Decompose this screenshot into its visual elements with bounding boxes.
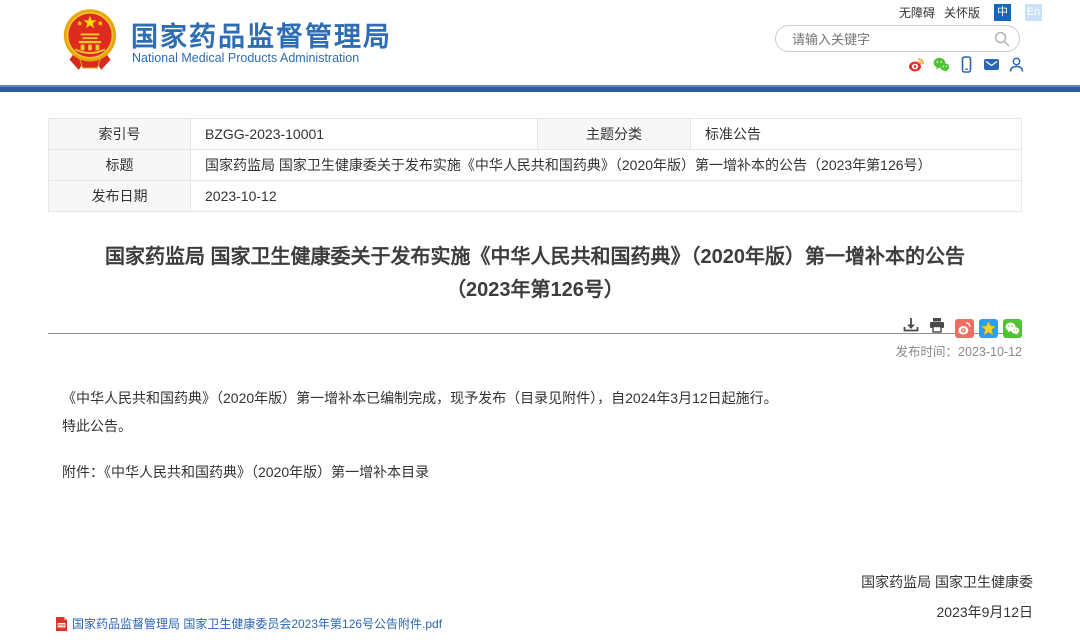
publish-time-label: 发布时间： bbox=[896, 345, 959, 359]
signature-date: 2023年9月12日 bbox=[861, 597, 1033, 627]
accessibility-link[interactable]: 无障碍 bbox=[899, 4, 935, 21]
care-version-link[interactable]: 关怀版 bbox=[944, 4, 980, 21]
weibo-icon[interactable] bbox=[908, 56, 925, 73]
date-label: 发布日期 bbox=[49, 181, 191, 212]
mail-icon[interactable] bbox=[983, 56, 1000, 73]
signature-block: 国家药监局 国家卫生健康委 2023年9月12日 bbox=[861, 567, 1033, 627]
attachment-download-row: PDF 国家药品监督管理局 国家卫生健康委员会2023年第126号公告附件.pd… bbox=[55, 615, 442, 632]
date-value: 2023-10-12 bbox=[191, 181, 1022, 212]
article-paragraph: 特此公告。 bbox=[62, 416, 1022, 436]
search-input[interactable] bbox=[790, 27, 989, 52]
user-icon[interactable] bbox=[1008, 56, 1025, 73]
table-row: 标题 国家药监局 国家卫生健康委关于发布实施《中华人民共和国药典》（2020年版… bbox=[49, 150, 1022, 181]
article-title-line2: （2023年第126号） bbox=[48, 274, 1022, 307]
category-label: 主题分类 bbox=[538, 119, 691, 150]
article-paragraph: 《中华人民共和国药典》（2020年版）第一增补本已编制完成，现予发布（目录见附件… bbox=[62, 388, 1022, 408]
article-toolbar bbox=[48, 308, 1022, 334]
index-label: 索引号 bbox=[49, 119, 191, 150]
category-value: 标准公告 bbox=[691, 119, 1022, 150]
header-divider-bar bbox=[0, 85, 1080, 92]
article-title-line1: 国家药监局 国家卫生健康委关于发布实施《中华人民共和国药典》（2020年版）第一… bbox=[48, 241, 1022, 274]
search-icon[interactable] bbox=[994, 31, 1010, 47]
site-subtitle: National Medical Products Administration bbox=[132, 51, 359, 65]
index-value: BZGG-2023-10001 bbox=[191, 119, 538, 150]
download-icon[interactable] bbox=[903, 317, 919, 333]
share-weibo-icon[interactable] bbox=[955, 319, 974, 338]
table-row: 发布日期 2023-10-12 bbox=[49, 181, 1022, 212]
document-info-table: 索引号 BZGG-2023-10001 主题分类 标准公告 标题 国家药监局 国… bbox=[48, 118, 1022, 212]
utility-links: 无障碍 关怀版 中 En bbox=[899, 4, 1042, 21]
signature-agencies: 国家药监局 国家卫生健康委 bbox=[861, 567, 1033, 597]
attachment-line: 附件：《中华人民共和国药典》（2020年版）第一增补本目录 bbox=[62, 462, 1022, 482]
search-box bbox=[775, 25, 1020, 52]
header-social-icons bbox=[908, 56, 1025, 73]
title-value: 国家药监局 国家卫生健康委关于发布实施《中华人民共和国药典》（2020年版）第一… bbox=[191, 150, 1022, 181]
lang-zh-button[interactable]: 中 bbox=[994, 4, 1011, 21]
title-label: 标题 bbox=[49, 150, 191, 181]
site-header: 国家药品监督管理局 National Medical Products Admi… bbox=[0, 0, 1080, 85]
toolbar-icons bbox=[903, 317, 1022, 338]
pdf-attachment-link[interactable]: 国家药品监督管理局 国家卫生健康委员会2023年第126号公告附件.pdf bbox=[72, 615, 442, 632]
publish-time: 发布时间：2023-10-12 bbox=[896, 341, 1022, 360]
svg-text:PDF: PDF bbox=[58, 623, 66, 627]
publish-time-value: 2023-10-12 bbox=[958, 345, 1022, 359]
share-wechat-icon[interactable] bbox=[1003, 319, 1022, 338]
print-icon[interactable] bbox=[929, 317, 945, 333]
national-emblem-logo bbox=[62, 8, 118, 72]
site-title: 国家药品监督管理局 bbox=[131, 15, 392, 54]
wechat-icon[interactable] bbox=[933, 56, 950, 73]
mobile-icon[interactable] bbox=[958, 56, 975, 73]
table-row: 索引号 BZGG-2023-10001 主题分类 标准公告 bbox=[49, 119, 1022, 150]
lang-en-button[interactable]: En bbox=[1025, 4, 1042, 21]
article-title: 国家药监局 国家卫生健康委关于发布实施《中华人民共和国药典》（2020年版）第一… bbox=[48, 241, 1022, 307]
share-qzone-icon[interactable] bbox=[979, 319, 998, 338]
pdf-file-icon: PDF bbox=[55, 617, 68, 631]
